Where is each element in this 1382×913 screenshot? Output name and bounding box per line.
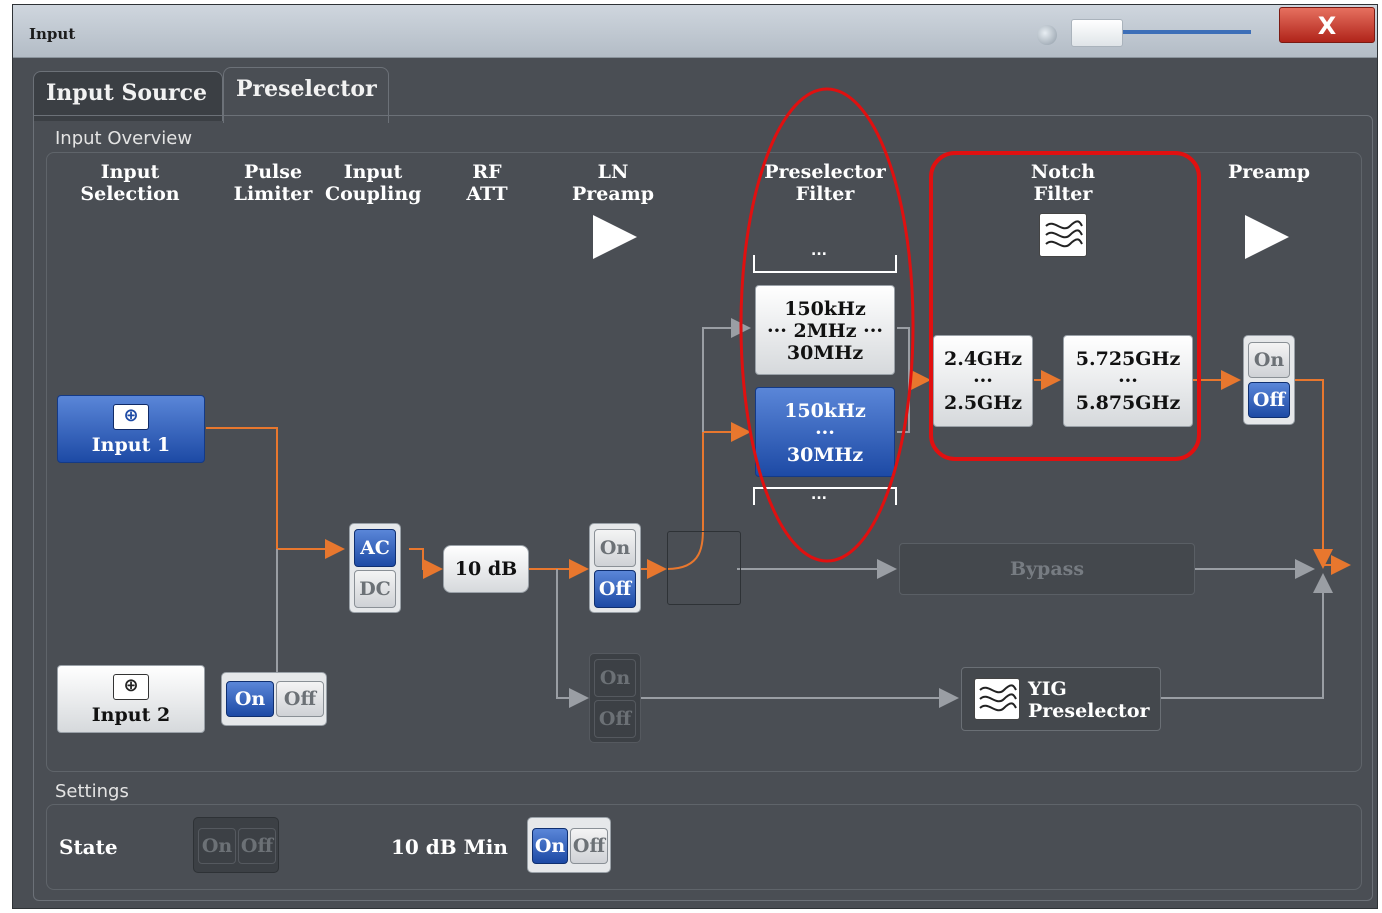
highlight-annotation — [739, 87, 1201, 563]
state-on: On — [198, 828, 236, 864]
preamp-off[interactable]: Off — [1248, 382, 1290, 418]
preamp-toggle[interactable]: On Off — [1243, 335, 1295, 425]
min-att-off[interactable]: Off — [570, 828, 608, 864]
state-label: State — [59, 835, 118, 859]
preamp-on[interactable]: On — [1248, 342, 1290, 378]
bypass-button: Bypass — [899, 543, 1195, 595]
min-att-label: 10 dB Min — [391, 835, 508, 859]
yig-filter-icon — [974, 678, 1020, 720]
notch-filter-icon — [1039, 213, 1087, 257]
notch-band-5-725ghz[interactable]: 5.725GHz ··· 5.875GHz — [1063, 335, 1193, 427]
min-att-on[interactable]: On — [532, 828, 568, 864]
notch-band-2-4ghz[interactable]: 2.4GHz ··· 2.5GHz — [933, 335, 1033, 427]
state-off: Off — [238, 828, 276, 864]
yig-preselector-button[interactable]: YIG Preselector — [961, 667, 1161, 731]
state-toggle: On Off — [193, 817, 279, 873]
input-dialog: Input X Input Source Preselector Input O… — [12, 4, 1378, 909]
min-att-toggle[interactable]: On Off — [527, 817, 611, 873]
